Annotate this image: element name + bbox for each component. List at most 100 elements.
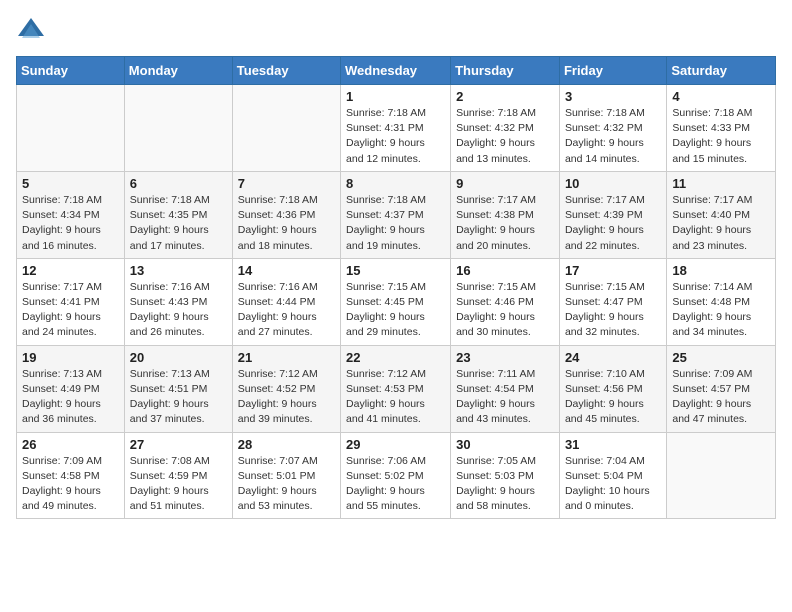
day-info: Sunrise: 7:18 AM Sunset: 4:32 PM Dayligh… bbox=[456, 106, 554, 167]
day-number: 18 bbox=[672, 263, 770, 278]
day-number: 24 bbox=[565, 350, 661, 365]
weekday-header-row: SundayMondayTuesdayWednesdayThursdayFrid… bbox=[17, 57, 776, 85]
calendar-cell: 2 Sunrise: 7:18 AM Sunset: 4:32 PM Daylig… bbox=[451, 85, 560, 172]
day-number: 29 bbox=[346, 437, 445, 452]
calendar-cell: 27 Sunrise: 7:08 AM Sunset: 4:59 PM Dayli… bbox=[124, 432, 232, 519]
calendar-cell: 30 Sunrise: 7:05 AM Sunset: 5:03 PM Dayli… bbox=[451, 432, 560, 519]
day-info: Sunrise: 7:07 AM Sunset: 5:01 PM Dayligh… bbox=[238, 454, 335, 515]
day-info: Sunrise: 7:15 AM Sunset: 4:46 PM Dayligh… bbox=[456, 280, 554, 341]
day-number: 3 bbox=[565, 89, 661, 104]
day-info: Sunrise: 7:18 AM Sunset: 4:37 PM Dayligh… bbox=[346, 193, 445, 254]
day-number: 11 bbox=[672, 176, 770, 191]
calendar-cell: 16Sunrise: 7:15 AM Sunset: 4:46 PM Dayli… bbox=[451, 258, 560, 345]
day-info: Sunrise: 7:09 AM Sunset: 4:57 PM Dayligh… bbox=[672, 367, 770, 428]
calendar-week-row: 1 Sunrise: 7:18 AM Sunset: 4:31 PM Daylig… bbox=[17, 85, 776, 172]
day-info: Sunrise: 7:15 AM Sunset: 4:45 PM Dayligh… bbox=[346, 280, 445, 341]
day-info: Sunrise: 7:17 AM Sunset: 4:41 PM Dayligh… bbox=[22, 280, 119, 341]
weekday-header: Sunday bbox=[17, 57, 125, 85]
weekday-header: Tuesday bbox=[232, 57, 340, 85]
calendar-cell: 7Sunrise: 7:18 AM Sunset: 4:36 PM Daylig… bbox=[232, 171, 340, 258]
day-info: Sunrise: 7:18 AM Sunset: 4:34 PM Dayligh… bbox=[22, 193, 119, 254]
day-info: Sunrise: 7:11 AM Sunset: 4:54 PM Dayligh… bbox=[456, 367, 554, 428]
day-number: 4 bbox=[672, 89, 770, 104]
day-info: Sunrise: 7:13 AM Sunset: 4:51 PM Dayligh… bbox=[130, 367, 227, 428]
day-number: 17 bbox=[565, 263, 661, 278]
day-number: 21 bbox=[238, 350, 335, 365]
day-number: 14 bbox=[238, 263, 335, 278]
day-info: Sunrise: 7:10 AM Sunset: 4:56 PM Dayligh… bbox=[565, 367, 661, 428]
day-info: Sunrise: 7:05 AM Sunset: 5:03 PM Dayligh… bbox=[456, 454, 554, 515]
calendar-cell: 3 Sunrise: 7:18 AM Sunset: 4:32 PM Daylig… bbox=[559, 85, 666, 172]
day-number: 6 bbox=[130, 176, 227, 191]
page-header bbox=[16, 16, 776, 46]
day-info: Sunrise: 7:15 AM Sunset: 4:47 PM Dayligh… bbox=[565, 280, 661, 341]
weekday-header: Saturday bbox=[667, 57, 776, 85]
day-number: 28 bbox=[238, 437, 335, 452]
calendar-cell: 18 Sunrise: 7:14 AM Sunset: 4:48 PM Dayli… bbox=[667, 258, 776, 345]
calendar-cell: 21 Sunrise: 7:12 AM Sunset: 4:52 PM Dayli… bbox=[232, 345, 340, 432]
calendar-cell: 8 Sunrise: 7:18 AM Sunset: 4:37 PM Daylig… bbox=[341, 171, 451, 258]
day-number: 7 bbox=[238, 176, 335, 191]
day-number: 10 bbox=[565, 176, 661, 191]
calendar-cell: 22 Sunrise: 7:12 AM Sunset: 4:53 PM Dayli… bbox=[341, 345, 451, 432]
calendar-cell bbox=[667, 432, 776, 519]
day-info: Sunrise: 7:12 AM Sunset: 4:52 PM Dayligh… bbox=[238, 367, 335, 428]
day-number: 23 bbox=[456, 350, 554, 365]
calendar-cell: 11 Sunrise: 7:17 AM Sunset: 4:40 PM Dayli… bbox=[667, 171, 776, 258]
weekday-header: Monday bbox=[124, 57, 232, 85]
calendar-week-row: 5 Sunrise: 7:18 AM Sunset: 4:34 PM Daylig… bbox=[17, 171, 776, 258]
day-info: Sunrise: 7:13 AM Sunset: 4:49 PM Dayligh… bbox=[22, 367, 119, 428]
day-info: Sunrise: 7:18 AM Sunset: 4:32 PM Dayligh… bbox=[565, 106, 661, 167]
day-info: Sunrise: 7:09 AM Sunset: 4:58 PM Dayligh… bbox=[22, 454, 119, 515]
calendar-cell: 10Sunrise: 7:17 AM Sunset: 4:39 PM Dayli… bbox=[559, 171, 666, 258]
day-number: 30 bbox=[456, 437, 554, 452]
calendar-cell: 12 Sunrise: 7:17 AM Sunset: 4:41 PM Dayli… bbox=[17, 258, 125, 345]
day-info: Sunrise: 7:18 AM Sunset: 4:33 PM Dayligh… bbox=[672, 106, 770, 167]
day-number: 12 bbox=[22, 263, 119, 278]
day-number: 2 bbox=[456, 89, 554, 104]
calendar-week-row: 26Sunrise: 7:09 AM Sunset: 4:58 PM Dayli… bbox=[17, 432, 776, 519]
calendar-cell: 31Sunrise: 7:04 AM Sunset: 5:04 PM Dayli… bbox=[559, 432, 666, 519]
day-number: 19 bbox=[22, 350, 119, 365]
calendar-cell: 9Sunrise: 7:17 AM Sunset: 4:38 PM Daylig… bbox=[451, 171, 560, 258]
calendar-cell: 29 Sunrise: 7:06 AM Sunset: 5:02 PM Dayli… bbox=[341, 432, 451, 519]
day-info: Sunrise: 7:18 AM Sunset: 4:31 PM Dayligh… bbox=[346, 106, 445, 167]
calendar-cell bbox=[17, 85, 125, 172]
day-number: 1 bbox=[346, 89, 445, 104]
day-number: 15 bbox=[346, 263, 445, 278]
logo bbox=[16, 16, 50, 46]
day-number: 13 bbox=[130, 263, 227, 278]
calendar-cell: 6 Sunrise: 7:18 AM Sunset: 4:35 PM Daylig… bbox=[124, 171, 232, 258]
calendar-cell: 14 Sunrise: 7:16 AM Sunset: 4:44 PM Dayli… bbox=[232, 258, 340, 345]
calendar-cell: 28 Sunrise: 7:07 AM Sunset: 5:01 PM Dayli… bbox=[232, 432, 340, 519]
calendar-cell: 5 Sunrise: 7:18 AM Sunset: 4:34 PM Daylig… bbox=[17, 171, 125, 258]
calendar-cell bbox=[124, 85, 232, 172]
day-info: Sunrise: 7:16 AM Sunset: 4:43 PM Dayligh… bbox=[130, 280, 227, 341]
logo-icon bbox=[16, 16, 46, 46]
calendar-cell: 17 Sunrise: 7:15 AM Sunset: 4:47 PM Dayli… bbox=[559, 258, 666, 345]
calendar-cell: 4 Sunrise: 7:18 AM Sunset: 4:33 PM Daylig… bbox=[667, 85, 776, 172]
calendar-cell: 20Sunrise: 7:13 AM Sunset: 4:51 PM Dayli… bbox=[124, 345, 232, 432]
weekday-header: Wednesday bbox=[341, 57, 451, 85]
day-number: 27 bbox=[130, 437, 227, 452]
calendar-cell: 15 Sunrise: 7:15 AM Sunset: 4:45 PM Dayli… bbox=[341, 258, 451, 345]
calendar-cell bbox=[232, 85, 340, 172]
weekday-header: Friday bbox=[559, 57, 666, 85]
day-info: Sunrise: 7:17 AM Sunset: 4:40 PM Dayligh… bbox=[672, 193, 770, 254]
day-info: Sunrise: 7:14 AM Sunset: 4:48 PM Dayligh… bbox=[672, 280, 770, 341]
day-info: Sunrise: 7:08 AM Sunset: 4:59 PM Dayligh… bbox=[130, 454, 227, 515]
calendar-table: SundayMondayTuesdayWednesdayThursdayFrid… bbox=[16, 56, 776, 519]
day-info: Sunrise: 7:18 AM Sunset: 4:35 PM Dayligh… bbox=[130, 193, 227, 254]
day-number: 5 bbox=[22, 176, 119, 191]
day-number: 8 bbox=[346, 176, 445, 191]
calendar-cell: 23 Sunrise: 7:11 AM Sunset: 4:54 PM Dayli… bbox=[451, 345, 560, 432]
calendar-week-row: 12 Sunrise: 7:17 AM Sunset: 4:41 PM Dayli… bbox=[17, 258, 776, 345]
day-number: 9 bbox=[456, 176, 554, 191]
weekday-header: Thursday bbox=[451, 57, 560, 85]
day-info: Sunrise: 7:06 AM Sunset: 5:02 PM Dayligh… bbox=[346, 454, 445, 515]
day-number: 22 bbox=[346, 350, 445, 365]
day-info: Sunrise: 7:12 AM Sunset: 4:53 PM Dayligh… bbox=[346, 367, 445, 428]
calendar-cell: 24 Sunrise: 7:10 AM Sunset: 4:56 PM Dayli… bbox=[559, 345, 666, 432]
day-info: Sunrise: 7:16 AM Sunset: 4:44 PM Dayligh… bbox=[238, 280, 335, 341]
calendar-cell: 13 Sunrise: 7:16 AM Sunset: 4:43 PM Dayli… bbox=[124, 258, 232, 345]
